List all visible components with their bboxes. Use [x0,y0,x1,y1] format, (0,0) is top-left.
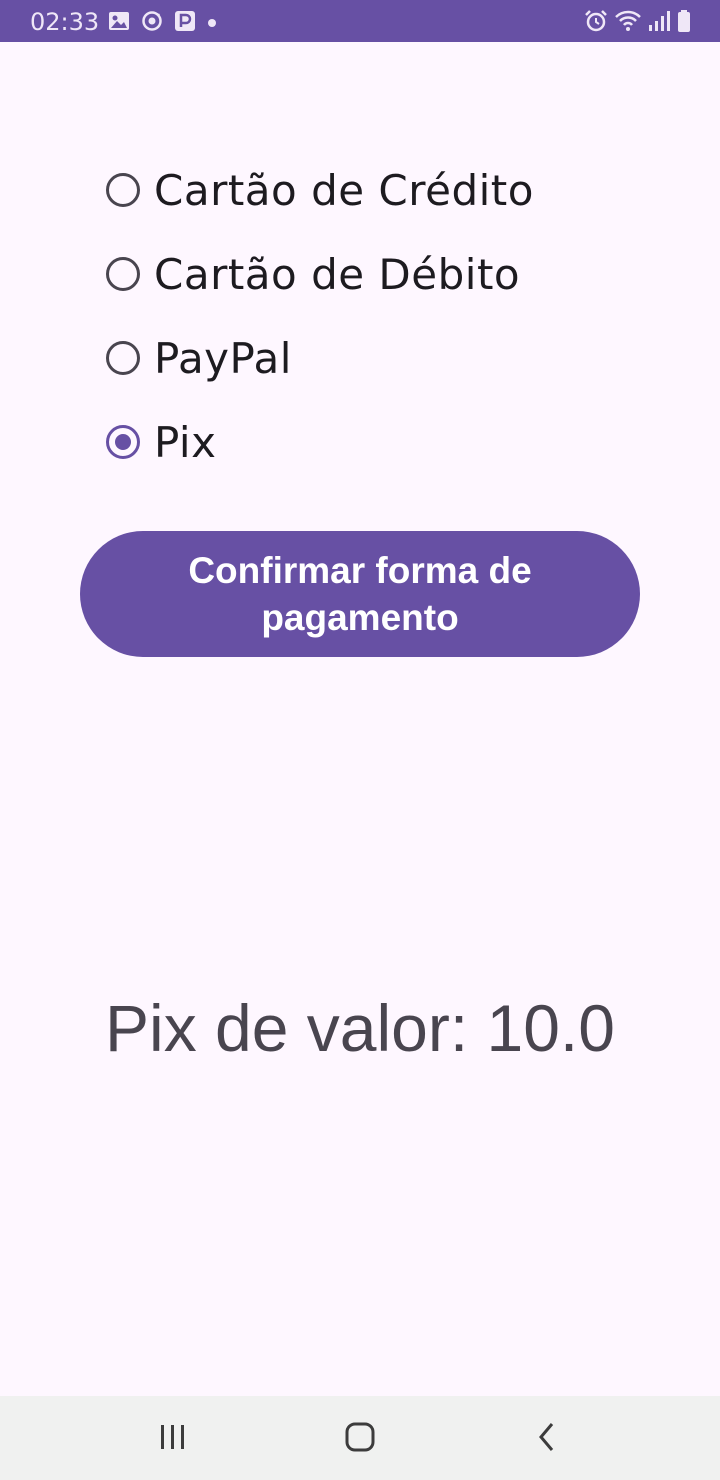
radio-button-debit-card[interactable] [106,257,140,291]
payment-result-text: Pix de valor: 10.0 [105,991,615,1065]
notification-dot-icon [207,15,217,33]
status-icons-right [584,9,692,38]
status-icons-left [108,10,217,37]
radio-option-paypal[interactable]: PayPal [106,316,534,400]
radio-option-debit-card[interactable]: Cartão de Débito [106,232,534,316]
image-icon [108,11,130,36]
radio-button-paypal[interactable] [106,341,140,375]
navigation-bar [0,1396,720,1480]
status-bar: 02:33 [0,0,720,42]
confirm-payment-button[interactable]: Confirmar forma de pagamento [80,531,640,657]
battery-icon [676,9,692,38]
radio-label-paypal: PayPal [154,333,292,383]
home-icon[interactable] [335,1414,385,1460]
signal-icon [648,9,670,38]
payment-method-radio-group: Cartão de Crédito Cartão de Débito PayPa… [106,148,534,484]
parking-icon [174,10,196,37]
alarm-icon [584,9,608,38]
radio-label-debit-card: Cartão de Débito [154,249,521,299]
radio-label-credit-card: Cartão de Crédito [154,165,534,215]
radio-label-pix: Pix [154,417,217,467]
wifi-icon [614,9,642,38]
radio-button-credit-card[interactable] [106,173,140,207]
sync-icon [141,10,163,37]
radio-option-credit-card[interactable]: Cartão de Crédito [106,148,534,232]
radio-option-pix[interactable]: Pix [106,400,534,484]
radio-button-pix[interactable] [106,425,140,459]
back-icon[interactable] [522,1414,572,1460]
status-time: 02:33 [30,8,100,36]
recent-apps-icon[interactable] [148,1414,198,1460]
